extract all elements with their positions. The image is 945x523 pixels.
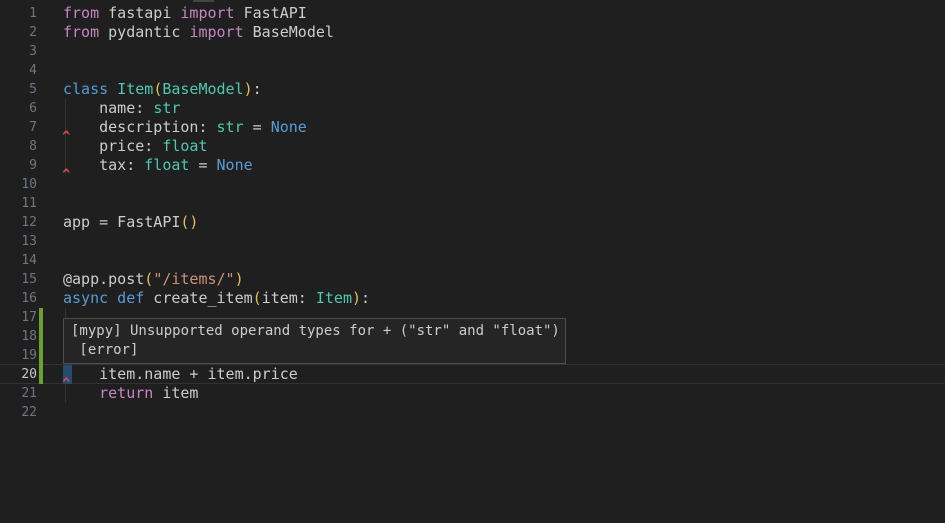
code-token: ) — [235, 270, 244, 288]
code-token: ) — [244, 80, 253, 98]
code-line-16[interactable]: async def create_item(item: Item): — [63, 289, 370, 308]
code-token: @app.post — [63, 270, 144, 288]
code-token: ( — [253, 289, 262, 307]
code-token: FastAPI — [235, 4, 307, 22]
code-token: str — [217, 118, 244, 136]
code-line-8[interactable]: price: float — [63, 137, 208, 156]
code-token: item — [153, 384, 198, 402]
code-token: "/items/" — [153, 270, 234, 288]
code-line-1[interactable]: from fastapi import FastAPI — [63, 4, 307, 23]
code-token: return — [99, 384, 153, 402]
code-token: import — [189, 23, 243, 41]
code-line-7[interactable]: description: str = None — [63, 118, 307, 137]
code-token: = — [189, 156, 216, 174]
code-token: = — [244, 118, 271, 136]
code-token: import — [180, 4, 234, 22]
code-area: from fastapi import FastAPIfrom pydantic… — [0, 0, 945, 523]
code-line-2[interactable]: from pydantic import BaseModel — [63, 23, 334, 42]
code-editor[interactable]: ^^^ 12345678910111213141516171819202122 … — [0, 0, 945, 523]
code-line-5[interactable]: class Item(BaseModel): — [63, 80, 262, 99]
code-token: str — [153, 99, 180, 117]
code-token: () — [180, 213, 198, 231]
code-token: : — [361, 289, 370, 307]
code-line-12[interactable]: app = FastAPI() — [63, 213, 198, 232]
code-token: item.name + item.price — [63, 365, 298, 383]
code-token: app = FastAPI — [63, 213, 180, 231]
code-token: class — [63, 80, 108, 98]
diagnostic-message: [mypy] Unsupported operand types for + (… — [71, 322, 558, 341]
code-token: create_item — [144, 289, 252, 307]
code-token: price: — [63, 137, 162, 155]
code-token: float — [162, 137, 207, 155]
code-line-21[interactable]: return item — [63, 384, 198, 403]
code-token: name: — [63, 99, 153, 117]
code-token — [108, 80, 117, 98]
code-token: description: — [63, 118, 217, 136]
code-line-6[interactable]: name: str — [63, 99, 180, 118]
code-token: Item — [316, 289, 352, 307]
code-token: None — [271, 118, 307, 136]
code-token: pydantic — [99, 23, 189, 41]
code-token: fastapi — [99, 4, 180, 22]
code-token: None — [217, 156, 253, 174]
diagnostic-severity: [error] — [71, 341, 558, 360]
code-token: ( — [144, 270, 153, 288]
error-caret-icon: ^ — [62, 131, 70, 143]
code-token: ) — [352, 289, 361, 307]
code-token: BaseModel — [244, 23, 334, 41]
code-line-15[interactable]: @app.post("/items/") — [63, 270, 244, 289]
code-line-9[interactable]: tax: float = None — [63, 156, 253, 175]
code-line-20[interactable]: item.name + item.price — [63, 365, 298, 384]
code-token: tax: — [63, 156, 144, 174]
error-caret-icon: ^ — [62, 378, 70, 390]
code-token: : — [253, 80, 262, 98]
code-token: float — [144, 156, 189, 174]
diagnostic-popup: [mypy] Unsupported operand types for + (… — [63, 318, 566, 364]
error-caret-icon: ^ — [62, 169, 70, 181]
code-token: item: — [262, 289, 316, 307]
code-token: Item — [117, 80, 153, 98]
code-token: ( — [153, 80, 162, 98]
code-token: from — [63, 23, 99, 41]
code-token: async def — [63, 289, 144, 307]
code-token: from — [63, 4, 99, 22]
clipped-ui-artifact — [193, 0, 214, 2]
code-token: BaseModel — [162, 80, 243, 98]
